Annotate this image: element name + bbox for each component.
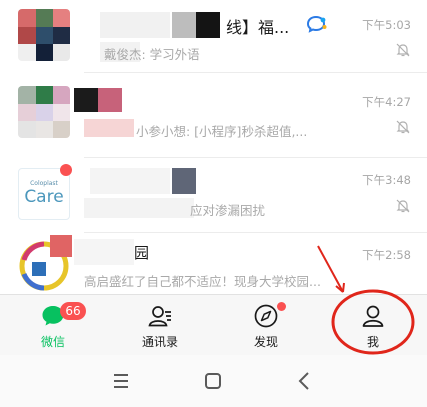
annotation-arrow	[317, 245, 344, 293]
annotation-overlay	[317, 245, 415, 355]
annotation-circle	[331, 289, 415, 355]
